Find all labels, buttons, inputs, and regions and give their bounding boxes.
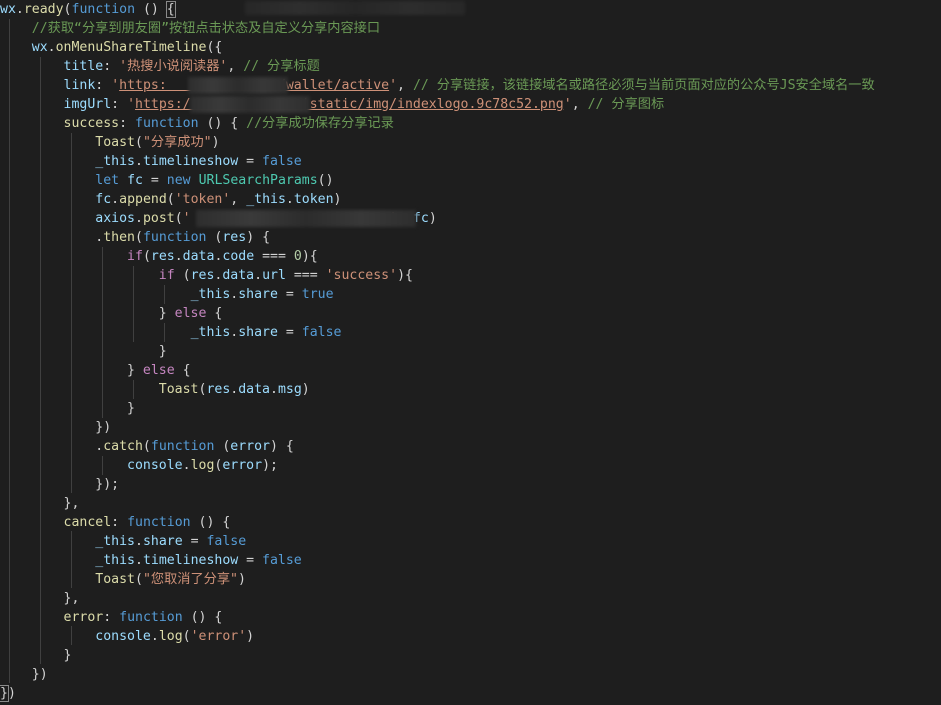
code-line[interactable]: }) (0, 418, 111, 437)
code-line[interactable]: fc.append('token', _this.token) (0, 190, 341, 209)
code-line[interactable]: _this.share = false (0, 532, 246, 551)
code-line[interactable]: if (res.data.url === 'success'){ (0, 266, 413, 285)
redacted-region (245, 1, 465, 15)
code-line[interactable]: error: function () { (0, 608, 223, 627)
code-line[interactable]: }, (0, 494, 80, 513)
code-line[interactable]: wx.ready(function () { (0, 0, 176, 19)
code-line[interactable]: _this.timelineshow = false (0, 152, 301, 171)
code-line[interactable]: }); (0, 475, 119, 494)
code-editor[interactable]: wx.ready(function () { //获取“分享到朋友圈”按钮点击状… (0, 0, 941, 705)
code-line[interactable]: _this.share = false (0, 323, 342, 342)
code-line[interactable]: imgUrl: 'https:/ 'static/img/indexlogo.9… (0, 95, 665, 114)
code-line[interactable]: console.log('error') (0, 627, 254, 646)
code-line[interactable]: link: 'https: /wallet/active', // 分享链接，该… (0, 76, 875, 95)
code-line[interactable]: let fc = new URLSearchParams() (0, 171, 333, 190)
code-line[interactable]: }, (0, 589, 80, 608)
code-line[interactable]: } (0, 399, 135, 418)
code-line[interactable]: .then(function (res) { (0, 228, 270, 247)
code-line[interactable]: } (0, 342, 167, 361)
code-line[interactable]: Toast(res.data.msg) (0, 380, 310, 399)
code-line[interactable]: title: '热搜小说阅读器', // 分享标题 (0, 57, 320, 76)
code-line[interactable]: _this.timelineshow = false (0, 551, 301, 570)
code-line[interactable]: //获取“分享到朋友圈”按钮点击状态及自定义分享内容接口 (0, 19, 380, 38)
code-line[interactable]: Toast("您取消了分享") (0, 570, 246, 589)
redacted-region (196, 210, 416, 227)
code-line[interactable]: _this.share = true (0, 285, 334, 304)
redacted-region (190, 96, 310, 113)
code-line[interactable]: }) (0, 684, 16, 703)
code-line[interactable]: if(res.data.code === 0){ (0, 247, 318, 266)
code-line[interactable]: Toast("分享成功") (0, 133, 219, 152)
code-line[interactable]: } else { (0, 304, 223, 323)
code-line[interactable]: wx.onMenuShareTimeline({ (0, 38, 223, 57)
code-line[interactable]: cancel: function () { (0, 513, 231, 532)
code-line[interactable]: } else { (0, 361, 191, 380)
code-line[interactable]: console.log(error); (0, 456, 278, 475)
code-line[interactable]: success: function () { //分享成功保存分享记录 (0, 114, 394, 133)
redacted-region (188, 77, 288, 94)
code-line[interactable]: .catch(function (error) { (0, 437, 294, 456)
code-line[interactable]: }) (0, 665, 48, 684)
code-line[interactable]: } (0, 646, 72, 665)
